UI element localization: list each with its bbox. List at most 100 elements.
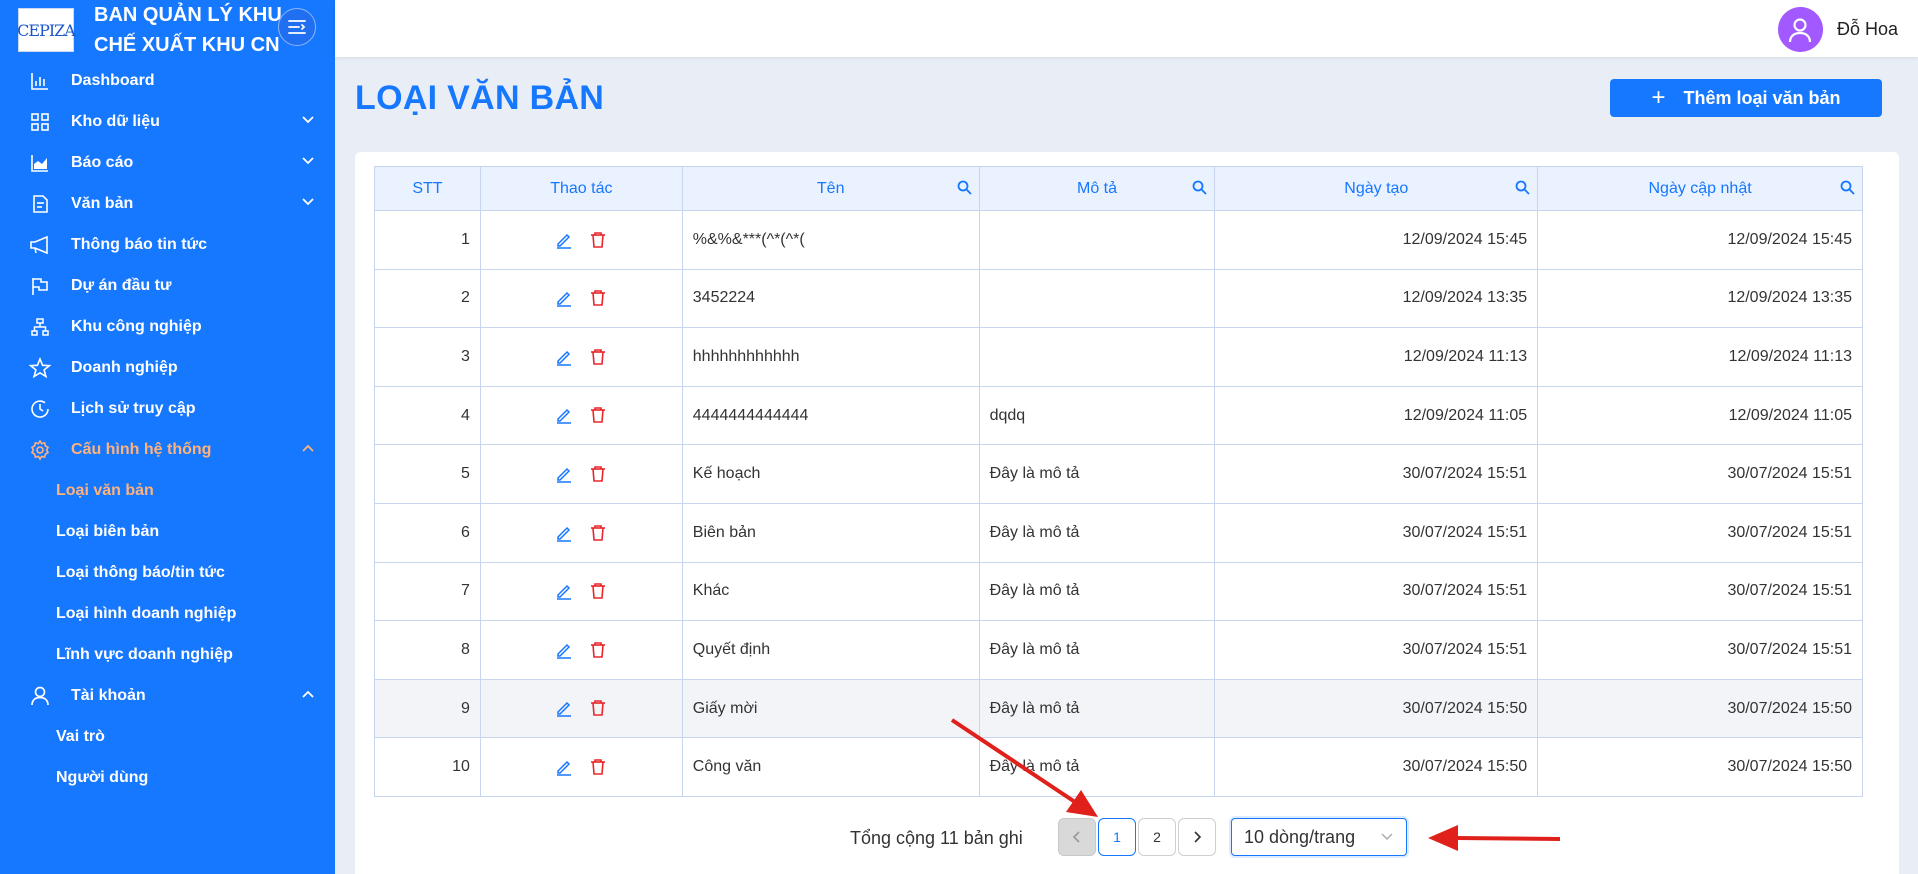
delete-icon[interactable]	[589, 231, 607, 249]
sidebar-item-label: Cấu hình hệ thống	[71, 440, 212, 458]
sidebar-item-access-history[interactable]: Lịch sử truy cập	[0, 388, 335, 429]
search-icon[interactable]	[1515, 180, 1530, 195]
sidebar-item-account[interactable]: Tài khoản	[0, 675, 335, 716]
edit-icon[interactable]	[555, 231, 573, 249]
plus-icon: +	[1651, 84, 1666, 111]
sidebar-item-data-warehouse[interactable]: Kho dữ liệu	[0, 101, 335, 142]
sidebar-subitem-enterprise-type[interactable]: Loại hình doanh nghiệp	[0, 593, 335, 634]
delete-icon[interactable]	[589, 524, 607, 542]
cell-desc: Đây là mô tả	[978, 737, 1216, 797]
user-menu[interactable]: Đỗ Hoa	[1777, 7, 1898, 52]
user-name: Đỗ Hoa	[1836, 19, 1898, 39]
sidebar-item-dashboard[interactable]: Dashboard	[0, 60, 335, 101]
cell-desc	[978, 210, 1216, 270]
delete-icon[interactable]	[589, 699, 607, 717]
search-icon[interactable]	[1192, 180, 1208, 195]
cell-name: Quyết định	[681, 620, 980, 680]
sidebar-item-investment[interactable]: Dự án đầu tư	[0, 265, 335, 306]
cell-updated: 30/07/2024 15:51	[1537, 561, 1863, 622]
edit-icon[interactable]	[555, 699, 573, 718]
cell-created: 30/07/2024 15:50	[1214, 737, 1539, 797]
table-header-row: STT Thao tác Tên Mô tả Ngày tạo Ngày cập…	[374, 166, 1863, 211]
sidebar-subitem-document-type[interactable]: Loại văn bản	[0, 470, 335, 511]
area-chart-icon	[28, 151, 52, 175]
col-header-desc: Mô tả	[978, 166, 1216, 211]
cell-updated: 30/07/2024 15:50	[1537, 737, 1863, 797]
brand-title: BAN QUẢN LÝ KHU CHẾ XUẤT KHU CN	[94, 4, 282, 56]
sidebar-item-reports[interactable]: Báo cáo	[0, 142, 335, 183]
document-icon	[28, 192, 52, 216]
search-icon[interactable]	[1840, 180, 1855, 195]
delete-icon[interactable]	[589, 641, 607, 659]
delete-icon[interactable]	[589, 289, 607, 307]
cell-actions	[479, 620, 683, 680]
next-page-button[interactable]	[1178, 818, 1216, 856]
delete-icon[interactable]	[589, 406, 607, 424]
cell-actions	[479, 678, 683, 739]
cell-created: 30/07/2024 15:51	[1214, 444, 1539, 504]
cell-name: Kế hoạch	[681, 444, 980, 504]
sidebar-item-system-config[interactable]: Cấu hình hệ thống	[0, 429, 335, 470]
add-document-type-button[interactable]: + Thêm loại văn bản	[1610, 79, 1882, 117]
sidebar-item-enterprise[interactable]: Doanh nghiệp	[0, 347, 335, 388]
cell-name: Giấy mời	[681, 678, 980, 739]
page-2-button[interactable]: 2	[1138, 818, 1176, 856]
page-1-button[interactable]: 1	[1098, 818, 1136, 856]
brand: CEPIZA BAN QUẢN LÝ KHU CHẾ XUẤT KHU CN	[0, 0, 335, 60]
col-header-name: Tên	[681, 166, 980, 211]
chevron-left-icon	[1072, 831, 1080, 843]
table-row: 2 3452224 12/09/2024 13:35 12/09/2024 13:35	[374, 268, 1863, 329]
cell-updated: 30/07/2024 15:51	[1537, 444, 1863, 504]
table-row: 6 Biên bản Đây là mô tả 30/07/2024 15:51 30/…	[374, 502, 1863, 563]
sidebar-subitem-users[interactable]: Người dùng	[0, 757, 335, 798]
delete-icon[interactable]	[589, 348, 607, 366]
chevron-down-icon	[302, 157, 314, 165]
search-icon[interactable]	[957, 180, 972, 195]
document-type-table: STT Thao tác Tên Mô tả Ngày tạo Ngày cập…	[374, 166, 1863, 797]
table-row: 8 Quyết định Đây là mô tả 30/07/2024 15:51 3…	[374, 620, 1863, 680]
cluster-icon	[28, 315, 52, 339]
cell-name: 3452224	[681, 268, 980, 329]
page-size-select[interactable]: 10 dòng/trang	[1231, 818, 1407, 856]
edit-icon[interactable]	[555, 758, 573, 776]
table-card: STT Thao tác Tên Mô tả Ngày tạo Ngày cập…	[355, 152, 1899, 874]
sidebar-subitem-news-type[interactable]: Loại thông báo/tin tức	[0, 552, 335, 593]
edit-icon[interactable]	[555, 348, 573, 366]
col-header-actions: Thao tác	[479, 166, 683, 211]
cell-desc: Đây là mô tả	[978, 444, 1216, 504]
cell-created: 30/07/2024 15:51	[1214, 502, 1539, 563]
edit-icon[interactable]	[555, 582, 573, 600]
delete-icon[interactable]	[589, 465, 607, 483]
gear-icon	[28, 438, 52, 462]
cell-created: 30/07/2024 15:50	[1214, 678, 1539, 739]
user-icon	[28, 684, 52, 708]
sidebar-item-label: Văn bản	[71, 194, 134, 212]
cell-updated: 30/07/2024 15:51	[1537, 502, 1863, 563]
sidebar-item-industrial-zone[interactable]: Khu công nghiệp	[0, 306, 335, 347]
sidebar-toggle-button[interactable]	[278, 8, 316, 46]
cell-name: Khác	[681, 561, 980, 622]
edit-icon[interactable]	[555, 406, 573, 425]
sidebar-item-label: Dashboard	[71, 71, 155, 89]
prev-page-button[interactable]	[1058, 818, 1096, 856]
user-avatar-icon	[1789, 17, 1812, 42]
delete-icon[interactable]	[589, 582, 607, 600]
table-row: 1 %&%&***(^*(^*(12/09/2024 15:45 12/09/202…	[374, 210, 1863, 270]
table-row: 9 Giấy mời Đây là mô tả 30/07/2024 15:50 30/…	[374, 678, 1863, 739]
cell-actions	[479, 327, 683, 387]
sidebar-item-news[interactable]: Thông báo tin tức	[0, 224, 335, 265]
sidebar-subitem-enterprise-field[interactable]: Lĩnh vực doanh nghiệp	[0, 634, 335, 675]
delete-icon[interactable]	[589, 758, 607, 776]
cell-stt: 7	[374, 561, 481, 622]
sidebar-item-documents[interactable]: Văn bản	[0, 183, 335, 224]
edit-icon[interactable]	[555, 641, 573, 659]
edit-icon[interactable]	[555, 524, 573, 542]
avatar[interactable]	[1777, 7, 1823, 52]
cell-updated: 12/09/2024 13:35	[1537, 268, 1863, 329]
col-header-updated: Ngày cập nhật	[1537, 166, 1863, 211]
edit-icon[interactable]	[555, 289, 573, 308]
sidebar-subitem-roles[interactable]: Vai trò	[0, 716, 335, 757]
edit-icon[interactable]	[555, 465, 573, 483]
cell-actions	[479, 268, 683, 329]
sidebar-subitem-minutes-type[interactable]: Loại biên bản	[0, 511, 335, 552]
